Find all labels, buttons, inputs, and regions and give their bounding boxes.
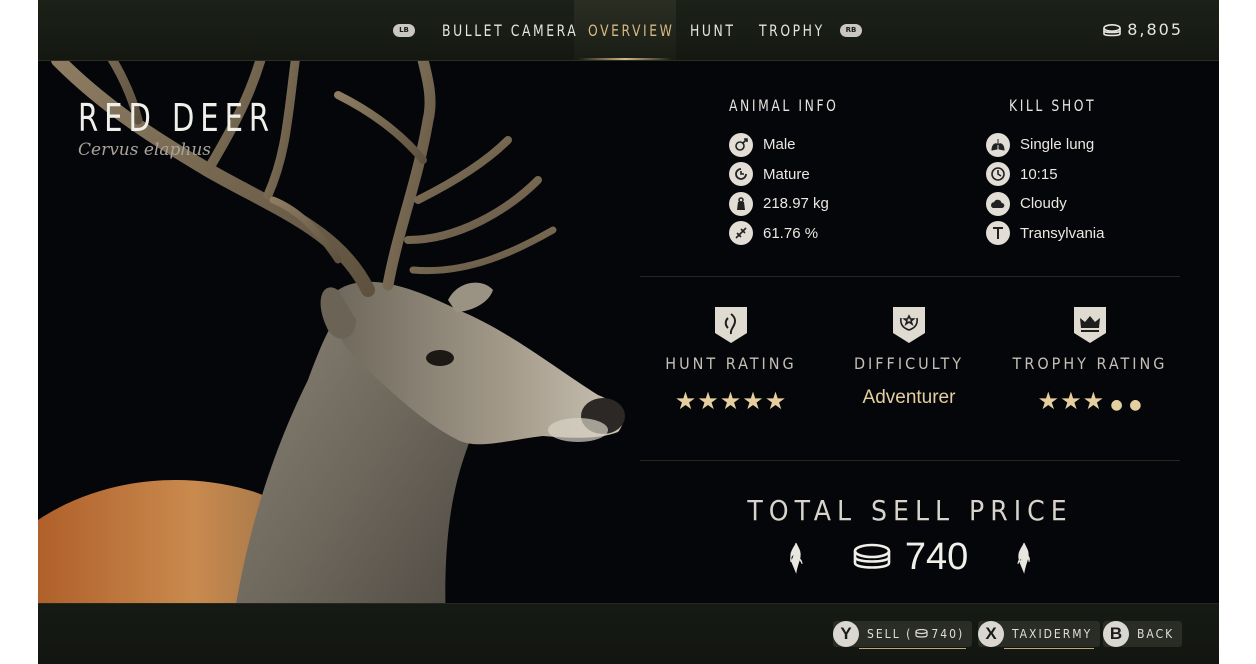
back-label: BACK — [1137, 627, 1175, 641]
tab-hunt[interactable]: HUNT — [690, 0, 736, 60]
total-sell-price-label: TOTAL SELL PRICE — [747, 494, 1073, 527]
age-icon — [729, 162, 753, 187]
leaf-right-icon — [1017, 542, 1031, 574]
divider — [640, 276, 1180, 277]
bottom-bar: Y SELL (740) X TAXIDERMY B BACK — [38, 603, 1219, 664]
taxidermy-label: TAXIDERMY — [1012, 627, 1093, 641]
coins-icon — [915, 628, 928, 638]
list-item: 10:15 — [986, 160, 1104, 190]
b-button-icon: B — [1103, 621, 1129, 647]
animal-info-list: Male Mature 218.97 kg 61.76 % — [729, 130, 829, 248]
leaf-left-icon — [789, 542, 803, 574]
sell-button[interactable]: Y SELL (740) — [833, 621, 973, 649]
back-button[interactable]: B BACK — [1103, 621, 1183, 647]
weather-icon — [986, 191, 1010, 216]
integrity-icon — [729, 221, 753, 246]
hunt-rating-shield-icon — [715, 307, 747, 343]
star-filled-icon: ★ — [1082, 387, 1106, 415]
difficulty-label: DIFFICULTY — [853, 354, 965, 373]
tab-bullet-camera[interactable]: BULLET CAMERA — [442, 0, 578, 60]
list-item: Male — [729, 130, 829, 160]
trophy-rating-crown-icon — [1074, 307, 1106, 343]
info-integrity: 61.76 % — [763, 224, 819, 242]
coins-icon — [853, 543, 891, 569]
star-filled-icon: ★ — [1037, 387, 1061, 415]
hunt-rating-stars: ★★★★★ — [641, 387, 821, 415]
list-item: Cloudy — [986, 189, 1104, 219]
trophy-rating-stars: ★★★ ● ● — [1000, 387, 1180, 415]
money-amount: 8,805 — [1127, 20, 1183, 39]
list-item: 218.97 kg — [729, 189, 829, 219]
info-weather: Cloudy — [1020, 195, 1067, 213]
info-gender: Male — [763, 136, 796, 154]
difficulty-value: Adventurer — [862, 387, 956, 408]
latin-name: Cervus elaphus — [78, 140, 212, 160]
star-empty-icon: ● — [1105, 397, 1130, 413]
lung-icon — [986, 132, 1010, 157]
kill-shot-list: Single lung 10:15 Cloudy Transylvania — [986, 130, 1104, 248]
trophy-rating-block: TROPHY RATING ★★★ ● ● — [1000, 306, 1180, 415]
difficulty-shield-icon — [893, 307, 925, 343]
star-filled-icon: ★ — [764, 387, 788, 415]
animal-title-block: RED DEER Cervus elaphus — [78, 96, 310, 160]
money-display: 8,805 — [1103, 20, 1183, 42]
star-filled-icon: ★ — [697, 387, 720, 415]
animal-info-title: ANIMAL INFO — [729, 96, 839, 115]
info-reserve: Transylvania — [1020, 224, 1105, 242]
trophy-rating-label: TROPHY RATING — [1012, 354, 1168, 373]
weight-icon — [729, 191, 753, 216]
location-icon — [986, 221, 1010, 246]
star-filled-icon: ★ — [742, 387, 765, 415]
x-button-icon: X — [978, 621, 1004, 647]
clock-icon — [986, 162, 1010, 187]
taxidermy-underline — [1004, 648, 1095, 649]
total-sell-price-value: 740 — [904, 536, 969, 578]
top-bar: LB BULLET CAMERA OVERVIEW HUNT TROPHY RB… — [38, 0, 1219, 61]
sell-underline — [859, 648, 967, 649]
total-sell-price-row: 740 — [640, 536, 1180, 579]
hunt-rating-block: HUNT RATING ★★★★★ — [641, 306, 821, 415]
star-filled-icon: ★ — [1060, 387, 1083, 415]
species-name: RED DEER — [78, 96, 276, 140]
coins-icon — [1103, 23, 1121, 42]
rb-bumper-icon[interactable]: RB — [840, 24, 862, 37]
info-age: Mature — [763, 165, 810, 183]
trophy-overview-screen: RED DEER Cervus elaphus LB BULLET CAMERA… — [38, 0, 1219, 664]
list-item: 61.76 % — [729, 219, 829, 249]
taxidermy-button[interactable]: X TAXIDERMY — [978, 621, 1101, 649]
hunt-rating-label: HUNT RATING — [665, 354, 797, 373]
star-empty-icon: ● — [1129, 397, 1143, 413]
sell-label: SELL (740) — [867, 627, 965, 641]
star-filled-icon: ★ — [719, 387, 743, 415]
info-shot-placement: Single lung — [1020, 136, 1095, 154]
y-button-icon: Y — [833, 621, 859, 647]
divider — [640, 460, 1180, 461]
star-filled-icon: ★ — [674, 387, 698, 415]
gender-icon — [729, 132, 753, 157]
list-item: Single lung — [986, 130, 1104, 160]
kill-shot-title: KILL SHOT — [1009, 96, 1097, 115]
lb-bumper-icon[interactable]: LB — [393, 24, 415, 37]
list-item: Transylvania — [986, 219, 1104, 249]
tab-trophy[interactable]: TROPHY — [759, 0, 825, 60]
tab-overview[interactable]: OVERVIEW — [588, 0, 674, 60]
list-item: Mature — [729, 160, 829, 190]
info-time: 10:15 — [1020, 165, 1058, 183]
difficulty-block: DIFFICULTY Adventurer — [819, 306, 999, 409]
info-weight: 218.97 kg — [763, 195, 829, 213]
